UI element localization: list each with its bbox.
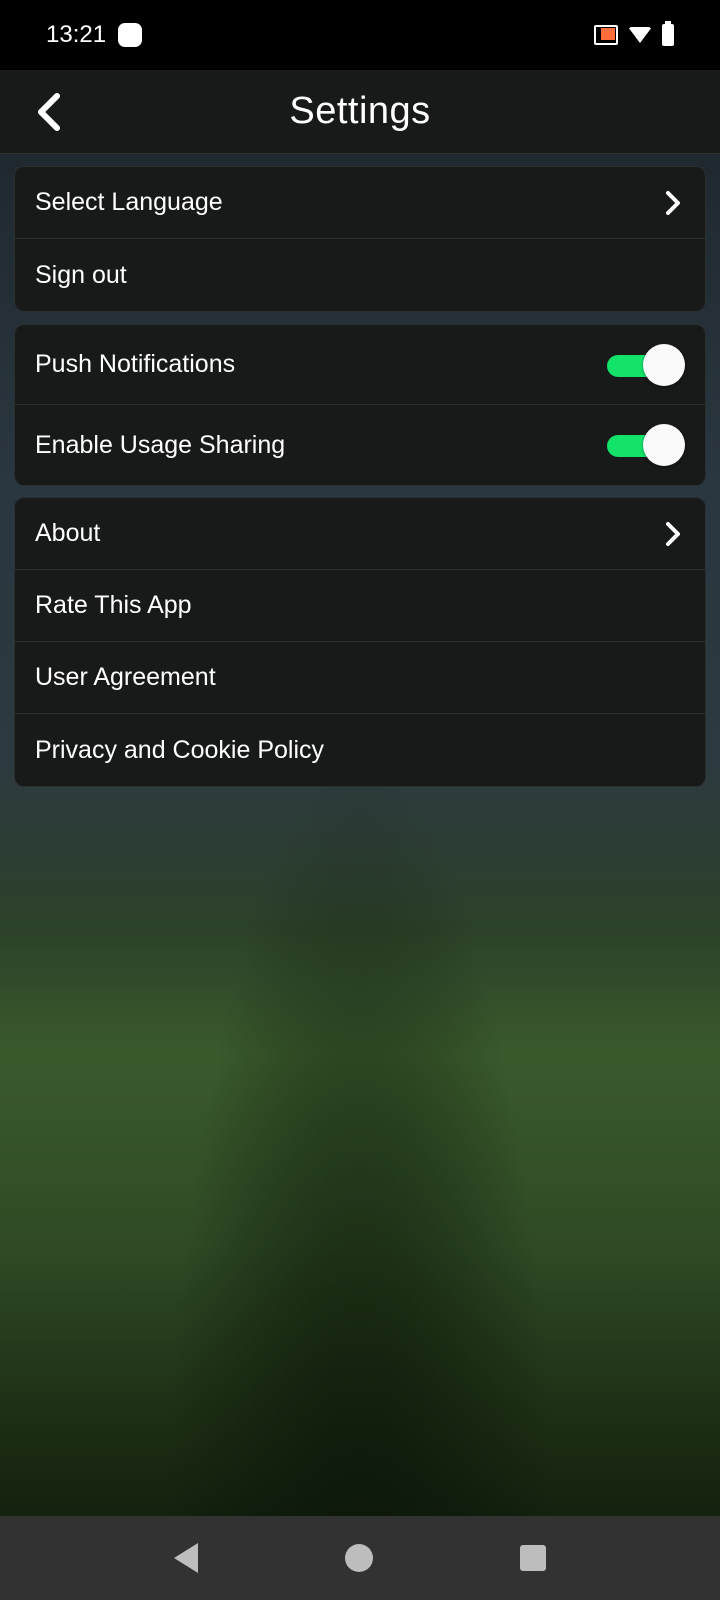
- usage-sharing-item: Enable Usage Sharing: [15, 405, 705, 485]
- push-notifications-item: Push Notifications: [15, 325, 705, 405]
- push-notifications-toggle[interactable]: [605, 343, 685, 387]
- chevron-right-icon: [661, 521, 685, 546]
- privacy-policy-label: Privacy and Cookie Policy: [35, 735, 325, 764]
- user-agreement-label: User Agreement: [35, 663, 216, 691]
- rate-app-item[interactable]: Rate This App: [15, 570, 705, 642]
- back-button[interactable]: [26, 90, 70, 134]
- nav-home-icon[interactable]: [344, 1544, 373, 1572]
- nav-recents-icon[interactable]: [520, 1545, 547, 1571]
- sign-out-label: Sign out: [35, 260, 127, 289]
- chevron-right-icon: [661, 190, 685, 215]
- select-language-label: Select Language: [35, 188, 223, 216]
- push-notifications-label: Push Notifications: [35, 350, 236, 378]
- privacy-policy-item[interactable]: Privacy and Cookie Policy: [15, 714, 705, 786]
- chevron-left-icon: [38, 93, 60, 131]
- sign-out-item[interactable]: Sign out: [15, 239, 705, 311]
- usage-sharing-toggle[interactable]: [605, 423, 685, 467]
- toggle-thumb: [643, 424, 685, 466]
- settings-group-toggles: Push Notifications Enable Usage Sharing: [14, 324, 706, 486]
- system-nav-bar: [0, 1516, 720, 1600]
- cast-icon: [594, 25, 618, 45]
- wifi-icon: [628, 27, 652, 43]
- rate-app-label: Rate This App: [35, 591, 192, 619]
- toggle-thumb: [643, 343, 685, 386]
- battery-icon: [662, 21, 674, 46]
- select-language-item[interactable]: Select Language: [15, 167, 705, 239]
- status-left: 13:21: [46, 21, 143, 49]
- user-agreement-item[interactable]: User Agreement: [15, 642, 705, 714]
- app-bar: Settings: [0, 70, 720, 154]
- nav-back-icon[interactable]: [173, 1543, 198, 1573]
- settings-group-info: About Rate This App User Agreement Priva…: [14, 497, 706, 787]
- page-title: Settings: [289, 90, 431, 132]
- about-item[interactable]: About: [15, 498, 705, 570]
- status-right: [594, 21, 674, 46]
- usage-sharing-label: Enable Usage Sharing: [35, 430, 286, 459]
- notification-dot-icon: [118, 23, 143, 47]
- status-time: 13:21: [46, 21, 107, 48]
- about-label: About: [35, 519, 101, 547]
- settings-group-account: Select Language Sign out: [14, 166, 706, 312]
- status-bar: 13:21: [0, 0, 720, 70]
